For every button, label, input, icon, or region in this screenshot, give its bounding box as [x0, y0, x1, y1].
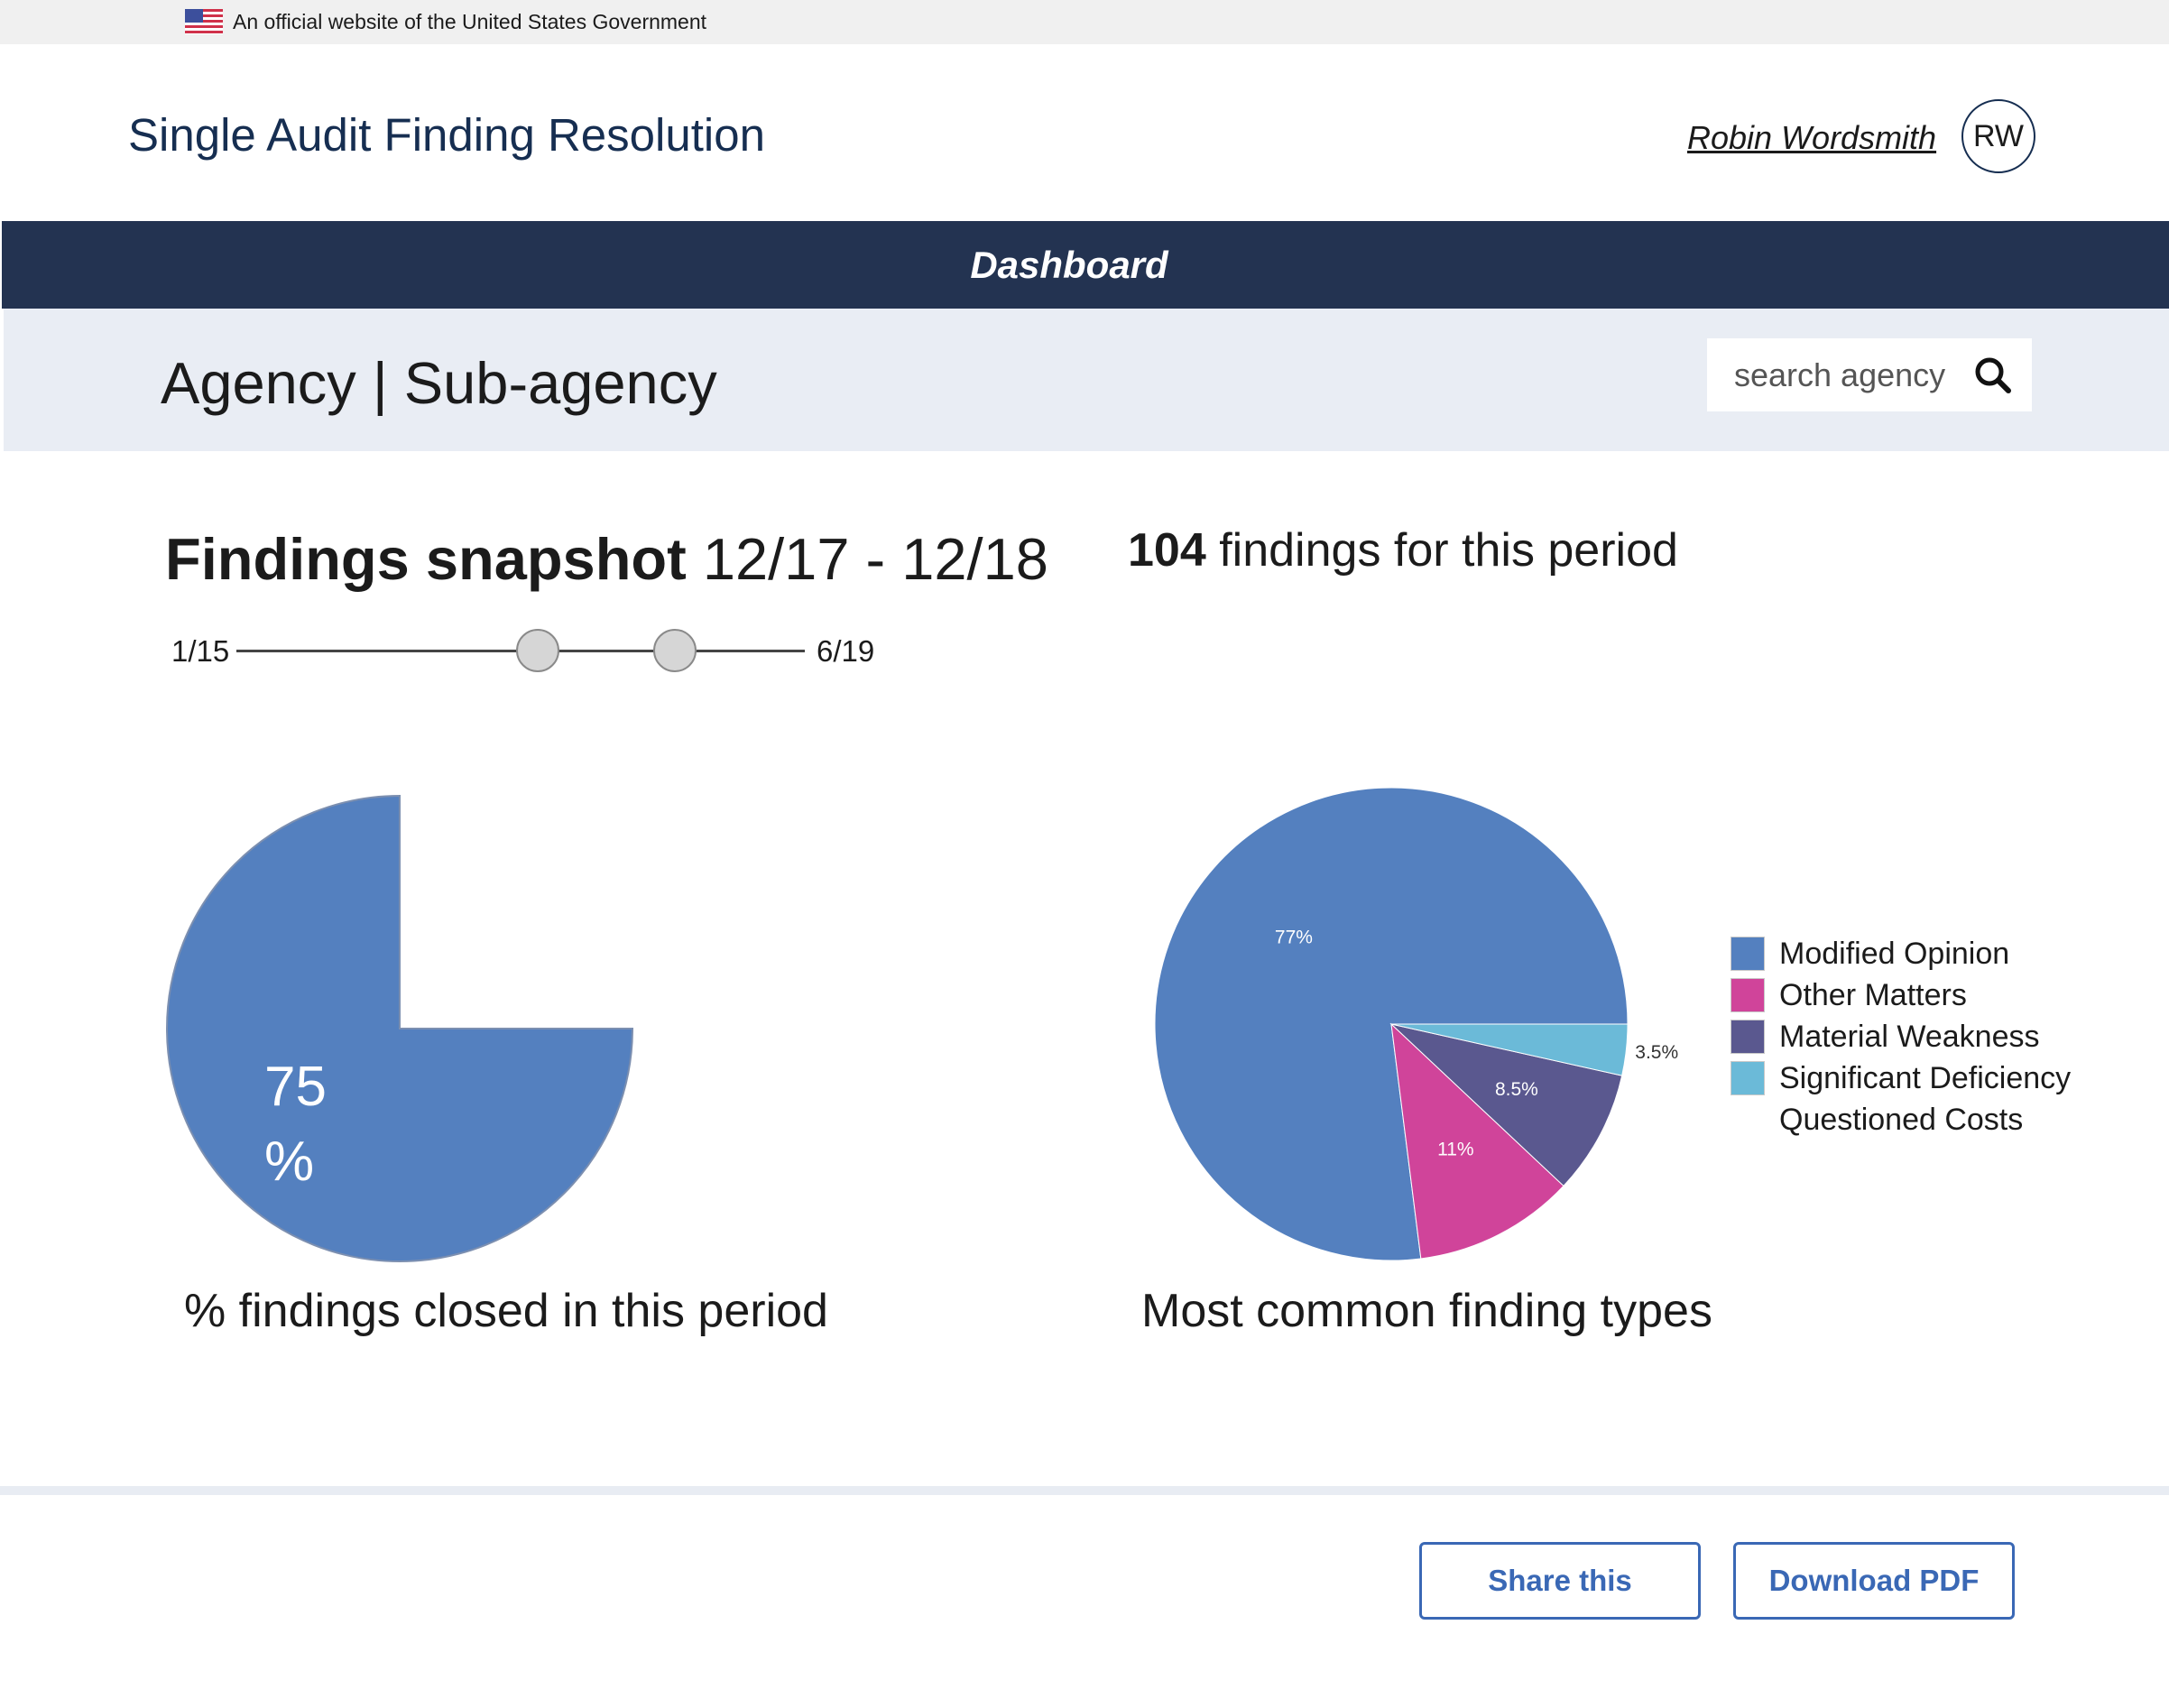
legend-label: Material Weakness — [1779, 1019, 2040, 1054]
legend-item-significant-deficiency: Significant Deficiency — [1731, 1057, 2071, 1099]
slice-label-other-matters: 11% — [1437, 1140, 1473, 1160]
slider-end-label: 6/19 — [817, 634, 875, 668]
legend-swatch — [1731, 978, 1765, 1012]
legend-label: Modified Opinion — [1779, 936, 2010, 971]
findings-count-number: 104 — [1128, 524, 1206, 577]
findings-closed-chart — [166, 794, 634, 1262]
slice-label-significant-deficiency: 3.5% — [1635, 1042, 1678, 1063]
closed-percent-value: 75 — [264, 1056, 327, 1118]
agency-title: Agency | Sub-agency — [161, 350, 717, 416]
closed-chart-caption: % findings closed in this period — [184, 1285, 828, 1337]
avatar[interactable]: RW — [1961, 99, 2035, 173]
snapshot-title-bold: Findings snapshot — [165, 526, 687, 592]
download-pdf-button[interactable]: Download PDF — [1733, 1542, 2015, 1620]
search-icon[interactable] — [1973, 355, 2013, 395]
findings-count: 104 findings for this period — [1128, 519, 1678, 582]
slider-handle-end[interactable] — [653, 629, 697, 672]
snapshot-period: 12/17 - 12/18 — [702, 526, 1048, 592]
legend-label: Other Matters — [1779, 977, 1967, 1012]
legend-label: Questioned Costs — [1779, 1102, 2024, 1137]
slider-handle-start[interactable] — [516, 629, 559, 672]
closed-percent-unit: % — [264, 1131, 315, 1193]
us-flag-icon — [185, 9, 223, 34]
findings-count-text: findings for this period — [1205, 524, 1678, 577]
nav-bar: Dashboard — [2, 221, 2169, 309]
legend-item-modified-opinion: Modified Opinion — [1731, 933, 2071, 974]
legend-item-other-matters: Other Matters — [1731, 974, 2071, 1016]
legend-swatch — [1731, 1103, 1765, 1137]
legend-swatch — [1731, 937, 1765, 971]
nav-item-dashboard[interactable]: Dashboard — [2, 221, 2137, 309]
closed-slice — [166, 794, 634, 1262]
finding-types-chart: 77% 11% 8.5% 3.5% — [1154, 787, 1678, 1261]
legend-label: Significant Deficiency — [1779, 1060, 2072, 1095]
snapshot-title: Findings snapshot 12/17 - 12/18 — [165, 523, 1048, 595]
gov-banner-text: An official website of the United States… — [233, 10, 707, 33]
footer-divider — [0, 1486, 2169, 1495]
share-button[interactable]: Share this — [1419, 1542, 1701, 1620]
user-name-link[interactable]: Robin Wordsmith — [1687, 117, 1936, 159]
app-title: Single Audit Finding Resolution — [128, 109, 765, 161]
finding-types-legend: Modified Opinion Other Matters Material We… — [1731, 933, 2071, 1140]
legend-swatch — [1731, 1020, 1765, 1054]
search-input[interactable] — [1707, 338, 1967, 411]
slice-label-modified-opinion: 77% — [1275, 927, 1313, 947]
legend-item-material-weakness: Material Weakness — [1731, 1016, 2071, 1057]
search-box — [1707, 338, 2032, 411]
slice-label-material-weakness: 8.5% — [1495, 1079, 1538, 1100]
types-chart-caption: Most common finding types — [1141, 1285, 1712, 1337]
legend-swatch — [1731, 1061, 1765, 1095]
legend-item-questioned-costs: Questioned Costs — [1731, 1099, 2071, 1140]
slider-start-label: 1/15 — [171, 634, 230, 668]
